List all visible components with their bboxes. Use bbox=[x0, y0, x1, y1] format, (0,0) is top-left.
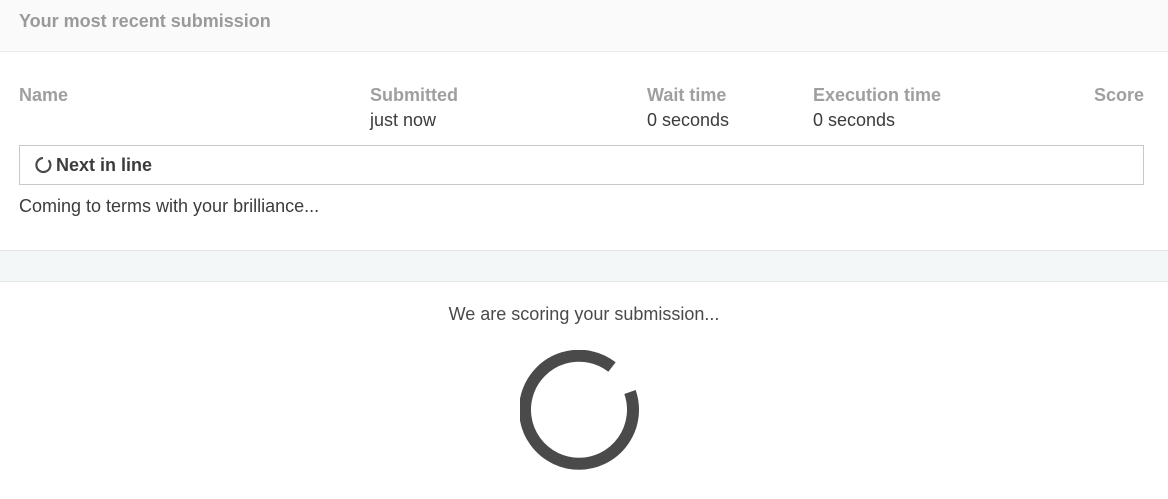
column-header-submitted: Submitted bbox=[370, 85, 458, 105]
column-submitted: Submitted just now bbox=[370, 84, 458, 131]
submission-status-row: Next in line bbox=[19, 145, 1144, 185]
column-execution-time: Execution time 0 seconds bbox=[813, 84, 941, 131]
column-header-score: Score bbox=[1093, 85, 1144, 105]
column-header-name: Name bbox=[19, 85, 69, 105]
status-label: Next in line bbox=[56, 154, 153, 175]
header-title: Your most recent submission bbox=[19, 11, 271, 31]
submitted-value: just now bbox=[370, 110, 437, 130]
column-name: Name bbox=[19, 84, 68, 106]
spinner-icon bbox=[34, 156, 52, 174]
wait-time-value: 0 seconds bbox=[647, 110, 730, 130]
submission-header: Your most recent submission bbox=[0, 0, 1168, 52]
section-divider bbox=[0, 250, 1168, 282]
column-wait-time: Wait time 0 seconds bbox=[647, 84, 729, 131]
column-score: Score bbox=[1094, 84, 1144, 106]
column-header-execution-time: Execution time bbox=[813, 85, 942, 105]
status-message: Coming to terms with your brilliance... bbox=[19, 196, 320, 216]
execution-time-value: 0 seconds bbox=[813, 110, 896, 130]
column-header-wait-time: Wait time bbox=[647, 85, 727, 105]
scoring-message: We are scoring your submission... bbox=[448, 304, 720, 324]
loading-spinner-icon bbox=[519, 349, 644, 474]
